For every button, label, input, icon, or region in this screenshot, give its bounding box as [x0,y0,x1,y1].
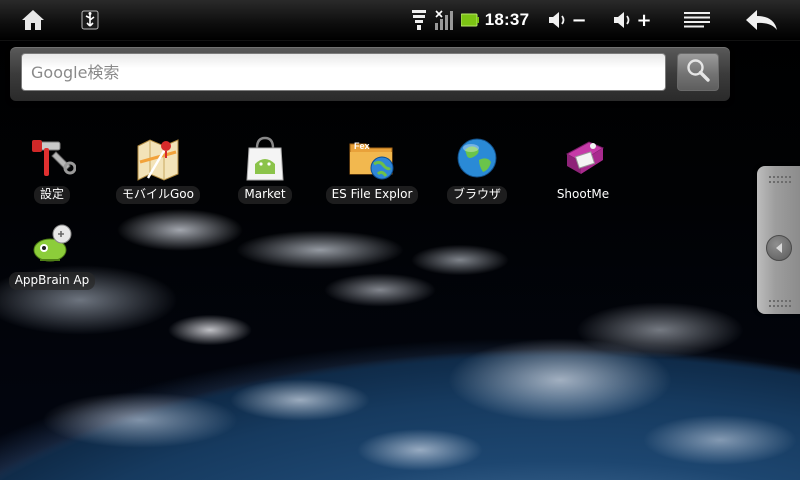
grip-line [769,305,793,307]
home-icon[interactable] [16,0,50,40]
app-browser[interactable]: ブラウザ [429,134,525,210]
volume-up-icon[interactable]: + [610,0,654,40]
app-label: 設定 [33,186,70,204]
app-label: ブラウザ [446,186,507,204]
globe-icon [453,134,501,182]
status-bar: 18:37 − + [0,0,800,41]
clock-text: 18:37 [484,10,530,29]
app-drawer-handle[interactable] [757,166,800,314]
no-signal-icon [432,0,456,40]
settings-tools-icon [28,134,76,182]
app-es-file-explorer[interactable]: Fex ES File Explor [322,134,422,210]
app-label: モバイルGoo [116,186,200,204]
app-shootme[interactable]: ShootMe [535,134,631,210]
clock: 18:37 [484,0,530,40]
grip-line [769,176,793,178]
app-label: Market [238,186,292,204]
app-label: ES File Explor [325,186,419,204]
chevron-left-icon [766,235,792,261]
volume-down-icon[interactable]: − [546,0,588,40]
menu-icon[interactable] [682,0,712,40]
app-mobile-google-maps[interactable]: モバイルGoo [110,134,206,210]
search-input[interactable] [21,53,666,91]
grip-line [769,300,793,302]
magnifier-icon [685,57,711,87]
market-bag-icon [241,134,289,182]
back-arrow-icon[interactable] [742,0,782,40]
usb-icon [78,0,102,40]
google-search-widget [10,47,730,101]
home-screen: 18:37 − + Google検索 設定 モバイルGoo Market Fex… [0,0,800,480]
app-appbrain[interactable]: AppBrain Ap [4,220,100,296]
camera-icon [559,134,607,182]
app-settings[interactable]: 設定 [4,134,100,210]
wifi-icon [408,0,430,40]
search-button[interactable] [677,53,719,91]
svg-text:Fex: Fex [354,141,370,151]
app-label: AppBrain Ap [8,272,96,290]
appbrain-icon [28,220,76,268]
app-label: ShootMe [556,187,610,201]
folder-globe-icon: Fex [348,134,396,182]
battery-icon [460,0,480,40]
grip-line [769,181,793,183]
app-market[interactable]: Market [217,134,313,210]
maps-icon [134,134,182,182]
